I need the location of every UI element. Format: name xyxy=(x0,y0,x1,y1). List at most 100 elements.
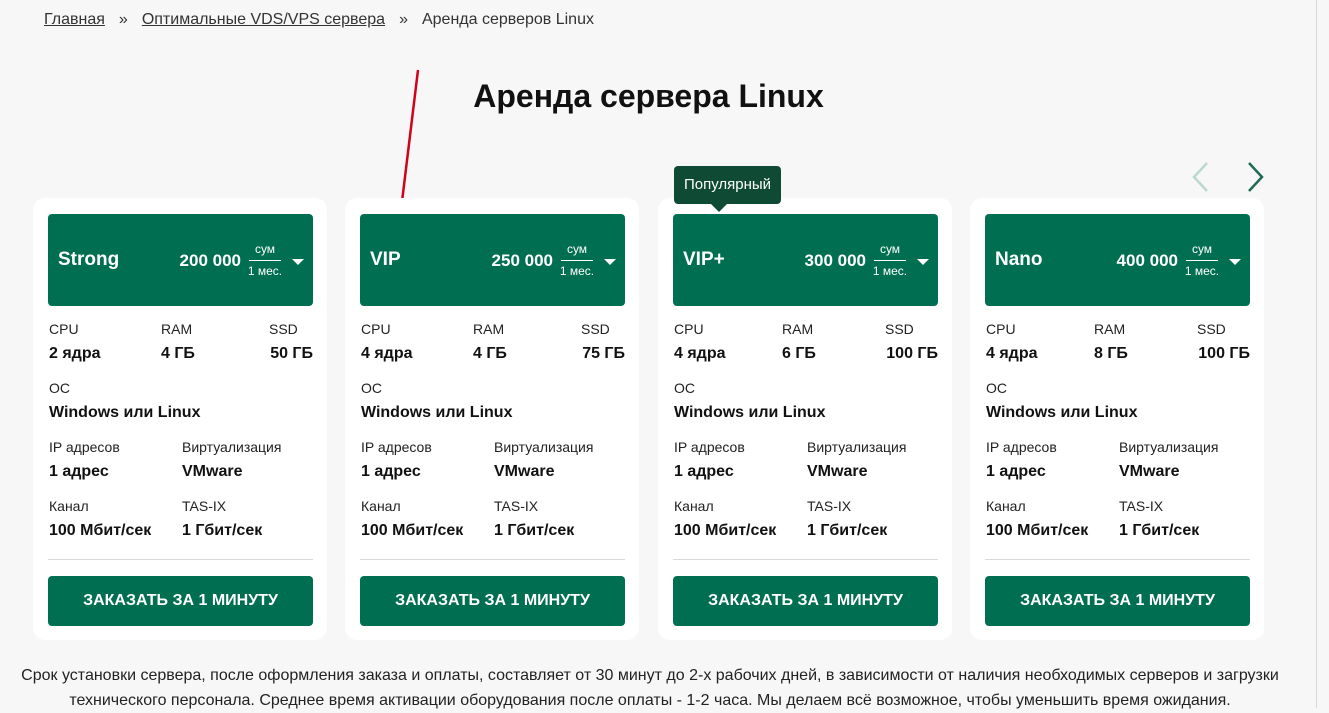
ssd-label: SSD xyxy=(1197,321,1226,337)
channel-label: Канал xyxy=(986,498,1026,514)
divider xyxy=(360,559,625,560)
tasix-label: TAS-IX xyxy=(494,498,539,514)
price-unit: сум 1 мес. xyxy=(245,242,285,278)
ram-value: 4 ГБ xyxy=(473,345,507,362)
ram-label: RAM xyxy=(782,321,814,337)
virtualization-value: VMware xyxy=(182,463,243,480)
ssd-label: SSD xyxy=(885,321,914,337)
plan-header[interactable]: VIP 250 000 сум 1 мес. xyxy=(360,214,625,306)
plan-price: 250 000 xyxy=(491,251,553,270)
cpu-label: CPU xyxy=(49,321,79,337)
virtualization-value: VMware xyxy=(494,463,555,480)
tasix-value: 1 Гбит/сек xyxy=(1119,522,1200,539)
channel-label: Канал xyxy=(49,498,89,514)
order-button[interactable]: ЗАКАЗАТЬ ЗА 1 МИНУТУ xyxy=(673,576,938,626)
ram-label: RAM xyxy=(1094,321,1126,337)
ip-value: 1 адрес xyxy=(361,463,421,480)
breadcrumb-current: Аренда серверов Linux xyxy=(421,11,594,28)
channel-value: 100 Мбит/сек xyxy=(361,522,464,539)
ram-value: 6 ГБ xyxy=(782,345,816,362)
caret-down-icon[interactable] xyxy=(917,259,929,265)
price-currency: сум xyxy=(249,242,281,261)
price-unit: сум 1 мес. xyxy=(1182,242,1222,278)
os-value: Windows или Linux xyxy=(361,404,513,421)
virtualization-value: VMware xyxy=(807,463,868,480)
os-label: ОС xyxy=(674,380,695,396)
tasix-value: 1 Гбит/сек xyxy=(182,522,263,539)
breadcrumb-home-link[interactable]: Главная xyxy=(44,11,105,29)
os-value: Windows или Linux xyxy=(674,404,826,421)
cpu-label: CPU xyxy=(361,321,391,337)
caret-down-icon[interactable] xyxy=(604,259,616,265)
tasix-value: 1 Гбит/сек xyxy=(807,522,888,539)
ssd-value: 100 ГБ xyxy=(886,345,938,362)
plan-header[interactable]: VIP+ 300 000 сум 1 мес. xyxy=(673,214,938,306)
chevron-right-icon[interactable] xyxy=(1242,160,1268,194)
cpu-value: 4 ядра xyxy=(361,345,413,362)
plan-header[interactable]: Strong 200 000 сум 1 мес. xyxy=(48,214,313,306)
order-button[interactable]: ЗАКАЗАТЬ ЗА 1 МИНУТУ xyxy=(360,576,625,626)
page-title: Аренда сервера Linux xyxy=(473,78,824,114)
chevron-left-icon[interactable] xyxy=(1188,160,1214,194)
price-period: 1 мес. xyxy=(1184,264,1220,278)
virtualization-label: Виртуализация xyxy=(807,439,907,455)
ip-label: IP адресов xyxy=(49,439,120,455)
ram-label: RAM xyxy=(473,321,505,337)
os-label: ОС xyxy=(49,380,70,396)
plan-card-strong: Strong 200 000 сум 1 мес. CPU RAM SSD 2 … xyxy=(33,198,327,640)
os-value: Windows или Linux xyxy=(986,404,1138,421)
plan-price: 300 000 xyxy=(804,251,866,270)
divider xyxy=(48,559,313,560)
ssd-value: 75 ГБ xyxy=(582,345,625,362)
caret-down-icon[interactable] xyxy=(1229,259,1241,265)
divider xyxy=(673,559,938,560)
price-period: 1 мес. xyxy=(247,264,283,278)
price-period: 1 мес. xyxy=(872,264,908,278)
plan-card-vip: VIP 250 000 сум 1 мес. CPU RAM SSD 4 ядр… xyxy=(345,198,639,640)
order-button[interactable]: ЗАКАЗАТЬ ЗА 1 МИНУТУ xyxy=(48,576,313,626)
tasix-label: TAS-IX xyxy=(807,498,852,514)
price-currency: сум xyxy=(1186,242,1218,261)
price-currency: сум xyxy=(561,242,593,261)
ssd-value: 50 ГБ xyxy=(270,345,313,362)
order-button[interactable]: ЗАКАЗАТЬ ЗА 1 МИНУТУ xyxy=(985,576,1250,626)
ip-value: 1 адрес xyxy=(49,463,109,480)
plan-header[interactable]: Nano 400 000 сум 1 мес. xyxy=(985,214,1250,306)
ssd-label: SSD xyxy=(269,321,298,337)
channel-label: Канал xyxy=(674,498,714,514)
plan-name: Nano xyxy=(995,249,1043,270)
channel-value: 100 Мбит/сек xyxy=(49,522,152,539)
popular-badge: Популярный xyxy=(674,166,781,212)
virtualization-label: Виртуализация xyxy=(182,439,282,455)
price-unit: сум 1 мес. xyxy=(557,242,597,278)
channel-value: 100 Мбит/сек xyxy=(986,522,1089,539)
cpu-value: 4 ядра xyxy=(674,345,726,362)
os-label: ОС xyxy=(361,380,382,396)
cpu-label: CPU xyxy=(674,321,704,337)
os-label: ОС xyxy=(986,380,1007,396)
tasix-label: TAS-IX xyxy=(1119,498,1164,514)
tasix-value: 1 Гбит/сек xyxy=(494,522,575,539)
plan-name: Strong xyxy=(58,249,120,270)
cpu-value: 2 ядра xyxy=(49,345,101,362)
cpu-value: 4 ядра xyxy=(986,345,1038,362)
tasix-label: TAS-IX xyxy=(182,498,227,514)
ram-value: 8 ГБ xyxy=(1094,345,1128,362)
ram-value: 4 ГБ xyxy=(161,345,195,362)
price-currency: сум xyxy=(874,242,906,261)
ip-label: IP адресов xyxy=(674,439,745,455)
plan-name: VIP+ xyxy=(683,249,725,270)
setup-time-note: Срок установки сервера, после оформления… xyxy=(21,667,1279,709)
plan-card-vip-plus: VIP+ 300 000 сум 1 мес. CPU RAM SSD 4 яд… xyxy=(658,198,952,640)
ssd-value: 100 ГБ xyxy=(1198,345,1250,362)
price-unit: сум 1 мес. xyxy=(870,242,910,278)
ram-label: RAM xyxy=(161,321,193,337)
breadcrumb-parent-link[interactable]: Оптимальные VDS/VPS сервера xyxy=(142,11,385,29)
plan-card-nano: Nano 400 000 сум 1 мес. CPU RAM SSD 4 яд… xyxy=(970,198,1264,640)
ip-label: IP адресов xyxy=(361,439,432,455)
ip-label: IP адресов xyxy=(986,439,1057,455)
scrollbar-edge xyxy=(1316,0,1317,708)
slider-nav xyxy=(1188,160,1268,194)
breadcrumb-separator: » xyxy=(118,11,128,28)
caret-down-icon[interactable] xyxy=(292,259,304,265)
